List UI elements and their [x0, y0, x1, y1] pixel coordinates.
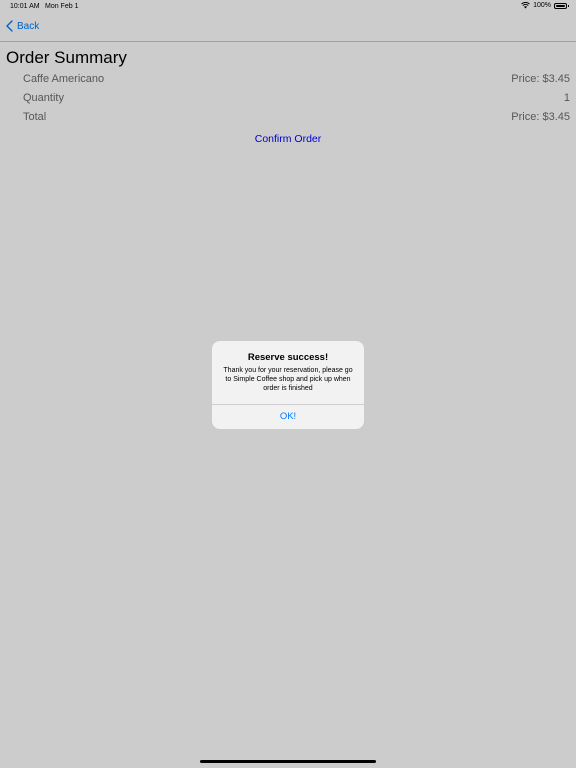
alert-ok-button[interactable]: OK!	[212, 405, 364, 429]
alert-title: Reserve success!	[247, 352, 329, 363]
alert-message: Thank you for your reservation, please g…	[223, 367, 353, 392]
reserve-success-alert: Reserve success! Thank you for your rese…	[212, 341, 364, 429]
